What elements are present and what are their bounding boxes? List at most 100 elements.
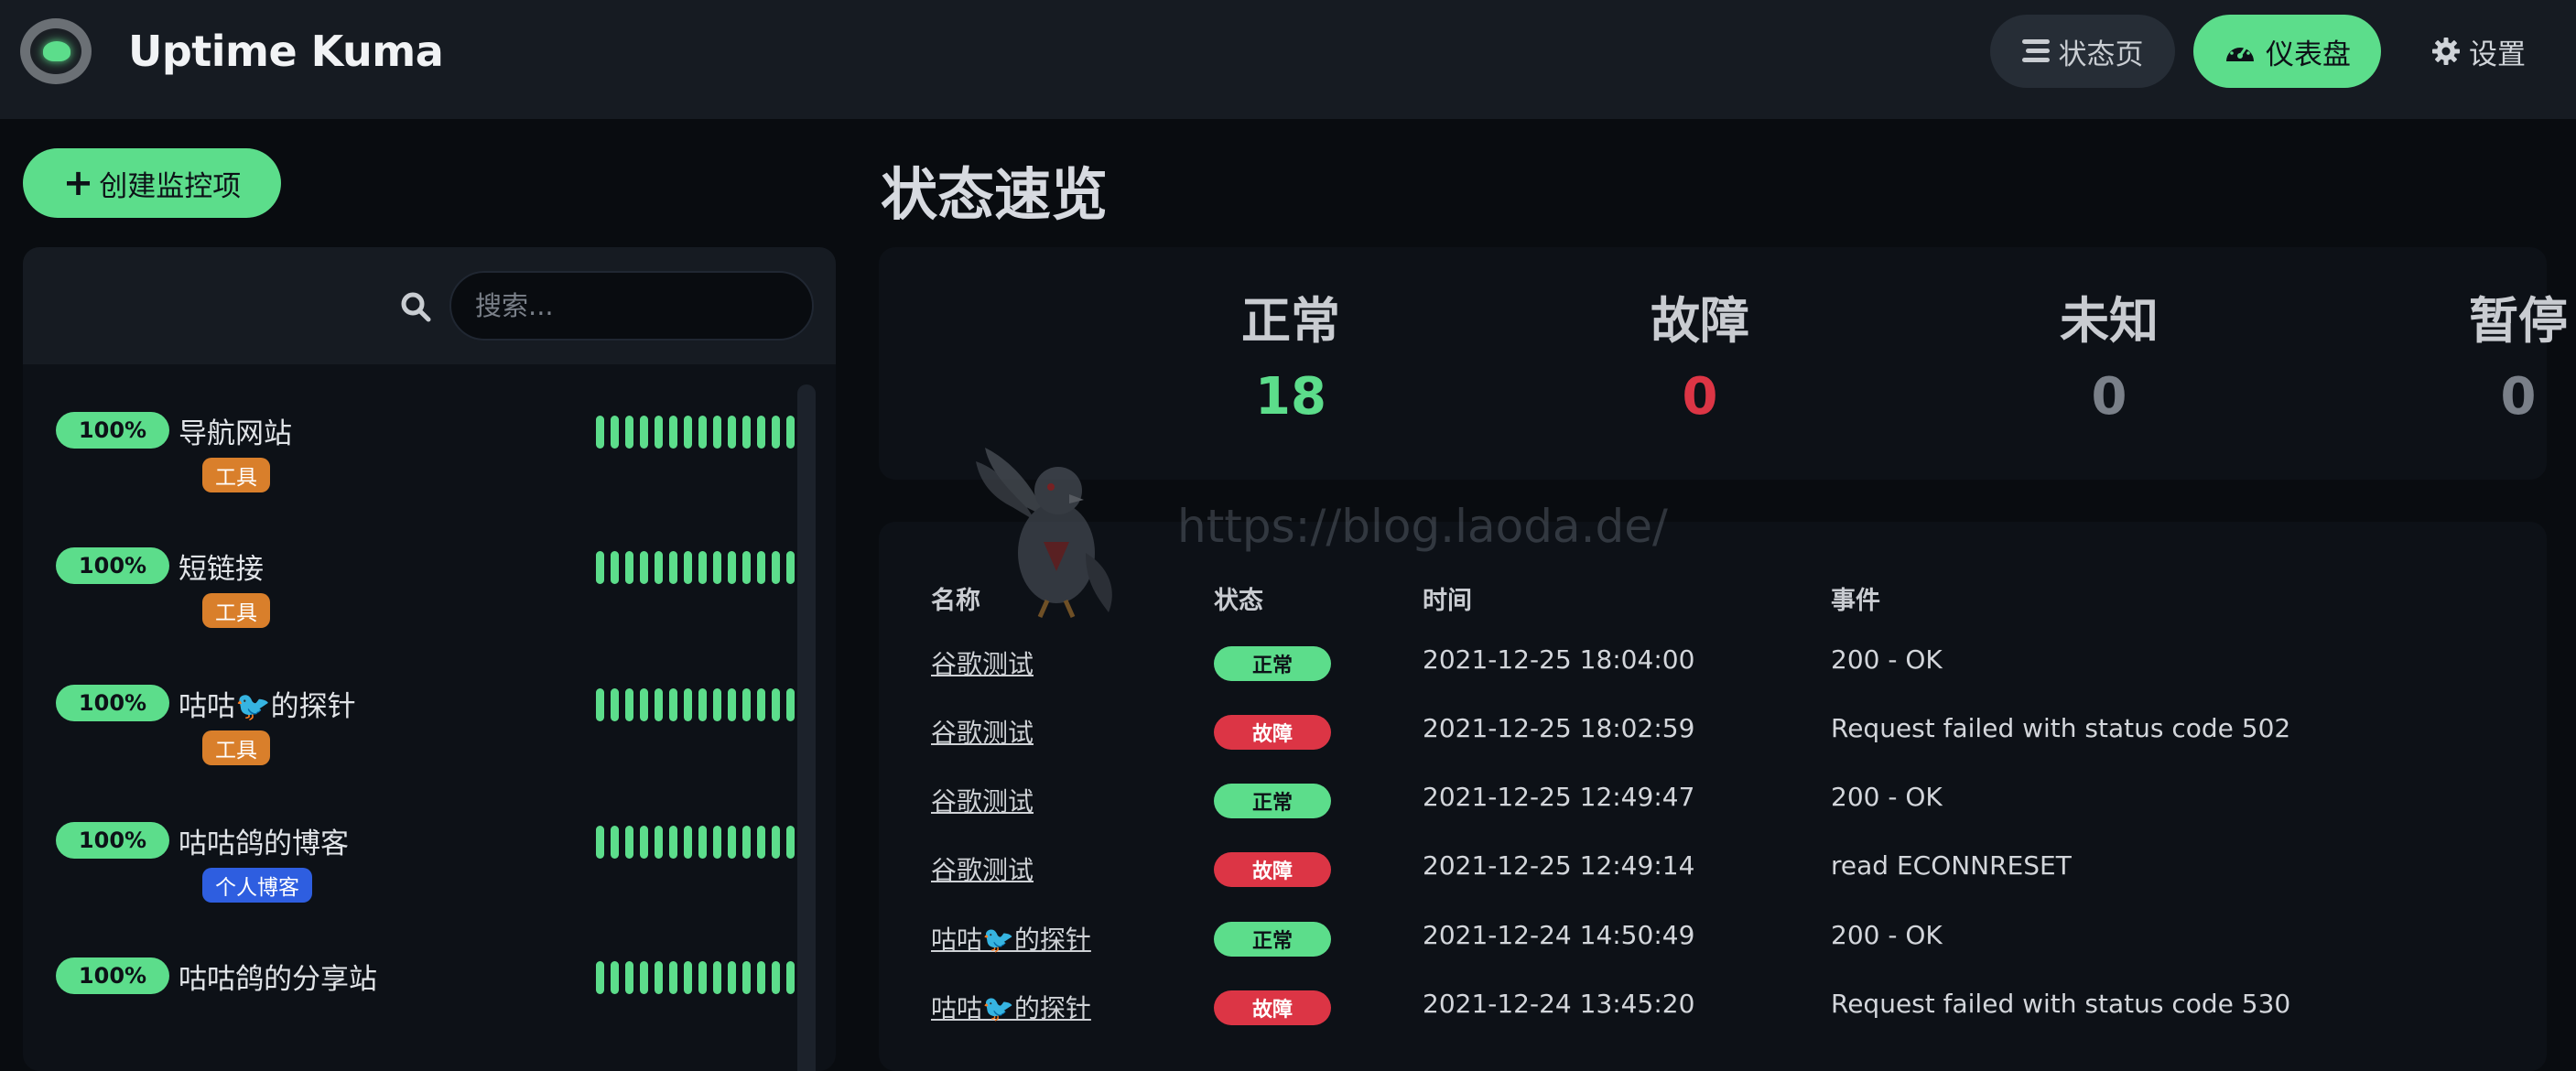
monitor-link[interactable]: 谷歌测试 — [931, 644, 1034, 681]
settings-button[interactable]: 设置 — [2397, 15, 2561, 88]
heartbeat-tick — [713, 688, 721, 721]
stat-value: 0 — [2500, 367, 2537, 427]
table-row: 咕咕🐦的探针 故障 2021-12-24 13:45:20 Request fa… — [879, 979, 2547, 1034]
heartbeat-bar — [596, 961, 816, 994]
event-message: Request failed with status code 530 — [1831, 989, 2291, 1019]
monitor-item[interactable]: 100% 咕咕🐦的探针 工具 — [56, 685, 809, 795]
heartbeat-tick — [757, 551, 765, 584]
heartbeat-tick — [640, 961, 648, 994]
heartbeat-tick — [684, 961, 692, 994]
heartbeat-tick — [669, 688, 677, 721]
heartbeat-bar — [596, 551, 816, 584]
heartbeat-tick — [625, 416, 633, 449]
event-message: read ECONNRESET — [1831, 850, 2072, 881]
watermark-text: https://blog.laoda.de/ — [1177, 500, 1668, 553]
heartbeat-tick — [698, 826, 707, 859]
heartbeat-tick — [655, 688, 663, 721]
monitor-link[interactable]: 咕咕🐦的探针 — [931, 920, 1091, 957]
top-header: Uptime Kuma 状态页 仪表盘 设置 — [0, 0, 2576, 119]
heartbeat-tick — [655, 961, 663, 994]
heartbeat-tick — [757, 416, 765, 449]
table-row: 谷歌测试 故障 2021-12-25 12:49:14 read ECONNRE… — [879, 841, 2547, 896]
heartbeat-tick — [611, 551, 619, 584]
status-page-label: 状态页 — [2058, 38, 2144, 71]
status-badge: 故障 — [1214, 990, 1331, 1025]
stat-value: 0 — [2091, 367, 2127, 427]
heartbeat-tick — [655, 826, 663, 859]
brand[interactable]: Uptime Kuma — [20, 18, 444, 84]
heartbeat-tick — [596, 961, 604, 994]
column-header-event: 事件 — [1831, 587, 1880, 615]
heartbeat-tick — [772, 416, 780, 449]
monitor-list-header — [23, 247, 836, 364]
heartbeat-tick — [728, 551, 736, 584]
event-message: 200 - OK — [1831, 644, 1943, 675]
heartbeat-tick — [669, 961, 677, 994]
event-message: 200 - OK — [1831, 920, 1943, 950]
create-monitor-button[interactable]: + 创建监控项 — [23, 148, 281, 218]
dashboard-button[interactable]: 仪表盘 — [2193, 15, 2381, 88]
heartbeat-tick — [713, 826, 721, 859]
heartbeat-tick — [596, 551, 604, 584]
monitor-item[interactable]: 100% 咕咕鸽的分享站 — [56, 957, 809, 1067]
stat-up: 正常 18 — [1153, 280, 1428, 427]
monitor-link[interactable]: 谷歌测试 — [931, 850, 1034, 887]
heartbeat-tick — [698, 688, 707, 721]
heartbeat-tick — [757, 688, 765, 721]
column-header-status: 状态 — [1214, 587, 1263, 615]
heartbeat-tick — [757, 826, 765, 859]
table-row: 咕咕🐦的探针 正常 2021-12-24 14:50:49 200 - OK — [879, 911, 2547, 966]
heartbeat-tick — [728, 688, 736, 721]
heartbeat-tick — [684, 826, 692, 859]
monitor-link[interactable]: 谷歌测试 — [931, 782, 1034, 818]
plus-icon: + — [62, 162, 94, 204]
gauge-icon — [2224, 38, 2257, 65]
monitor-link[interactable]: 谷歌测试 — [931, 713, 1034, 750]
status-badge: 正常 — [1214, 646, 1331, 681]
heartbeat-tick — [742, 826, 751, 859]
heartbeat-tick — [669, 826, 677, 859]
heartbeat-tick — [625, 826, 633, 859]
event-time: 2021-12-25 18:02:59 — [1423, 713, 1695, 743]
search-input[interactable] — [449, 271, 814, 341]
heartbeat-tick — [640, 416, 648, 449]
monitor-item[interactable]: 100% 导航网站 工具 — [56, 412, 809, 522]
stat-down: 故障 0 — [1563, 280, 1837, 427]
heartbeat-tick — [728, 416, 736, 449]
heartbeat-tick — [742, 961, 751, 994]
monitor-link[interactable]: 咕咕🐦的探针 — [931, 989, 1091, 1025]
heartbeat-tick — [596, 688, 604, 721]
monitor-name: 咕咕鸽的分享站 — [179, 963, 377, 996]
monitor-item[interactable]: 100% 咕咕鸽的博客 个人博客 — [56, 822, 809, 932]
heartbeat-tick — [698, 961, 707, 994]
heartbeat-tick — [713, 551, 721, 584]
create-monitor-label: 创建监控项 — [99, 169, 242, 203]
uptime-badge: 100% — [56, 957, 169, 994]
status-page-button[interactable]: 状态页 — [1990, 15, 2175, 88]
pigeon-icon — [948, 434, 1141, 630]
heartbeat-tick — [611, 688, 619, 721]
heartbeat-tick — [772, 551, 780, 584]
stat-label: 暂停 — [2469, 292, 2568, 350]
heartbeat-tick — [611, 961, 619, 994]
heartbeat-tick — [640, 551, 648, 584]
uptime-badge: 100% — [56, 685, 169, 721]
event-time: 2021-12-25 18:04:00 — [1423, 644, 1695, 675]
stat-unknown: 未知 0 — [1972, 280, 2246, 427]
monitor-tag: 工具 — [202, 730, 270, 765]
uptime-kuma-logo-icon — [20, 18, 92, 84]
heartbeat-bar — [596, 826, 816, 859]
heartbeat-tick — [655, 416, 663, 449]
uptime-badge: 100% — [56, 822, 169, 859]
heartbeat-tick — [669, 551, 677, 584]
heartbeat-tick — [786, 416, 795, 449]
heartbeat-tick — [772, 688, 780, 721]
app-name: Uptime Kuma — [128, 27, 444, 76]
stat-label: 未知 — [2060, 292, 2159, 350]
event-time: 2021-12-25 12:49:47 — [1423, 782, 1695, 812]
event-message: Request failed with status code 502 — [1831, 713, 2291, 743]
monitor-list-scrollbar[interactable] — [797, 384, 816, 1071]
monitor-item[interactable]: 100% 短链接 工具 — [56, 547, 809, 657]
heartbeat-tick — [713, 416, 721, 449]
page-title: 状态速览 — [881, 161, 1109, 228]
